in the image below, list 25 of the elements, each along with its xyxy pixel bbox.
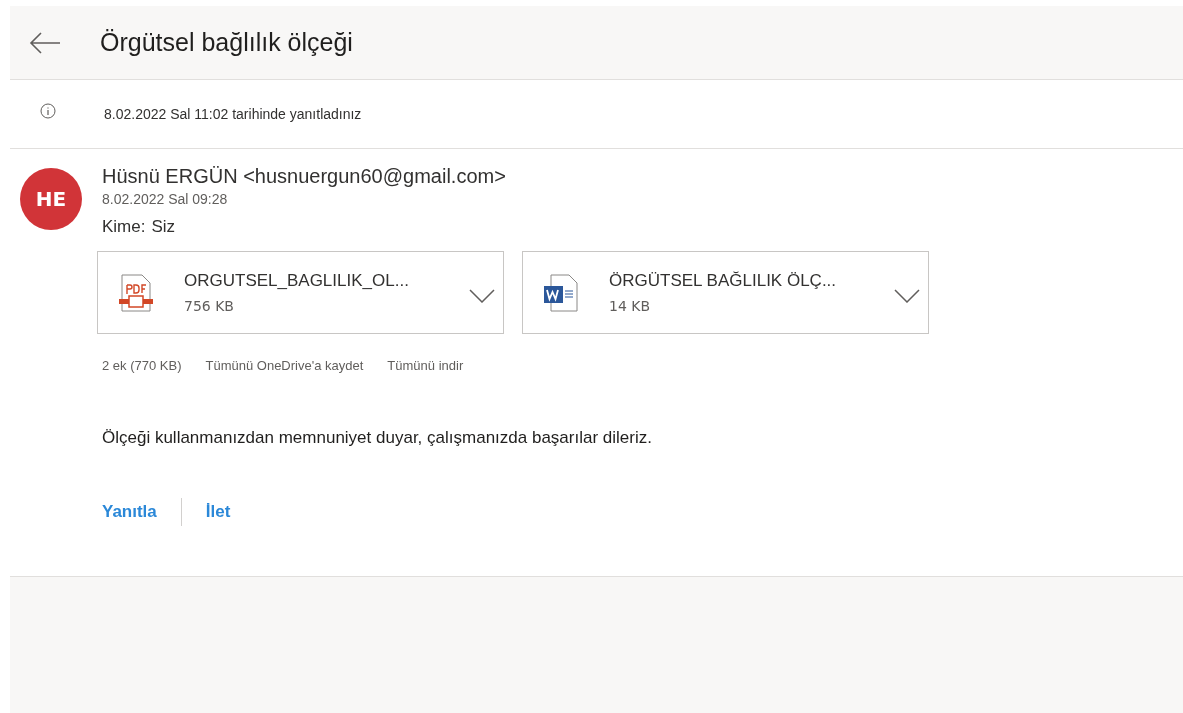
info-icon	[40, 103, 56, 119]
back-button[interactable]	[28, 30, 62, 55]
forward-link[interactable]: İlet	[205, 502, 231, 522]
reply-notice: 8.02.2022 Sal 11:02 tarihinde yanıtladınız	[104, 106, 362, 122]
message-body: Ölçeği kullanmanızdan memnuniyet duyar, çalışmanızda başarılar dileriz.	[102, 428, 653, 448]
attachment-summary: 2 ek (770 KB)	[102, 358, 182, 373]
message-date: 8.02.2022 Sal 09:28	[102, 191, 229, 207]
attachment-card[interactable]: ÖRGÜTSEL BAĞLILIK ÖLÇ... 14 KB	[522, 251, 929, 334]
attachment-size: 756 KB	[184, 298, 235, 314]
recipient-label: Kime:	[102, 217, 146, 237]
sender-name: Hüsnü ERGÜN <husnuergun60@gmail.com>	[102, 165, 507, 188]
attachment-name: ORGUTSEL_BAGLILIK_OL...	[184, 271, 410, 291]
word-file-icon	[543, 272, 579, 313]
attachment-size: 14 KB	[609, 298, 652, 314]
avatar: HE	[20, 168, 82, 230]
chevron-down-icon[interactable]	[894, 288, 920, 303]
attachment-name: ÖRGÜTSEL BAĞLILIK ÖLÇ...	[609, 271, 838, 291]
attachment-link[interactable]: Tümünü OneDrive'a kaydet	[205, 358, 364, 373]
reply-link[interactable]: Yanıtla	[102, 502, 157, 522]
attachment-card[interactable]: ORGUTSEL_BAGLILIK_OL... 756 KB	[97, 251, 504, 334]
chevron-down-icon[interactable]	[469, 288, 495, 303]
message-subject: Örgütsel bağlılık ölçeği	[100, 28, 353, 57]
pdf-file-icon	[118, 272, 154, 313]
attachment-link[interactable]: Tümünü indir	[387, 358, 464, 373]
recipient: Siz	[151, 217, 176, 237]
